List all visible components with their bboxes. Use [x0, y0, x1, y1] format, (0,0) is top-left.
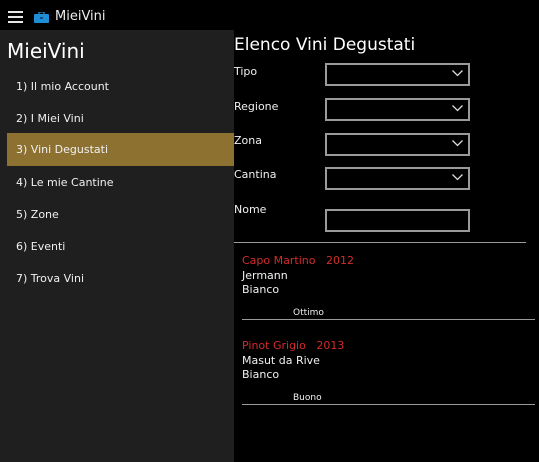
chevron-down-icon: [452, 140, 463, 147]
sidebar-title: MieiVini: [7, 39, 85, 63]
wine-producer: Jermann: [242, 269, 288, 282]
title-bar: MieiVini: [0, 0, 539, 32]
wine-producer: Masut da Rive: [242, 354, 320, 367]
page-title: Elenco Vini Degustati: [234, 35, 416, 55]
nome-input[interactable]: [325, 209, 470, 232]
sidebar-item-cantine[interactable]: 4) Le mie Cantine: [7, 166, 234, 199]
sidebar-item-zone[interactable]: 5) Zone: [7, 198, 234, 231]
sidebar-item-eventi[interactable]: 6) Eventi: [7, 230, 234, 263]
sidebar: MieiVini 1) Il mio Account 2) I Miei Vin…: [0, 30, 234, 462]
list-item[interactable]: Capo Martino 2012 Jermann Bianco Ottimo: [242, 254, 535, 334]
wine-type: Bianco: [242, 283, 280, 296]
zona-label: Zona: [234, 134, 262, 147]
chevron-down-icon: [452, 174, 463, 181]
app-title: MieiVini: [55, 9, 106, 24]
chevron-down-icon: [452, 105, 463, 112]
cantina-label: Cantina: [234, 168, 277, 181]
sidebar-item-vini-degustati[interactable]: 3) Vini Degustati: [7, 133, 234, 166]
wine-name: Capo Martino 2012: [242, 254, 354, 267]
wine-rating: Buono: [293, 393, 322, 403]
hamburger-menu-icon[interactable]: [8, 11, 23, 23]
tipo-select[interactable]: [325, 63, 470, 86]
cantina-select[interactable]: [325, 167, 470, 190]
wine-name: Pinot Grigio 2013: [242, 339, 345, 352]
divider: [242, 319, 535, 320]
sidebar-item-account[interactable]: 1) Il mio Account: [7, 70, 234, 103]
divider: [242, 404, 535, 405]
list-item[interactable]: Pinot Grigio 2013 Masut da Rive Bianco B…: [242, 339, 535, 419]
wine-rating: Ottimo: [293, 308, 324, 318]
sidebar-item-miei-vini[interactable]: 2) I Miei Vini: [7, 102, 234, 135]
app-briefcase-icon: [34, 12, 49, 23]
regione-label: Regione: [234, 100, 279, 113]
regione-select[interactable]: [325, 98, 470, 121]
chevron-down-icon: [452, 70, 463, 77]
tipo-label: Tipo: [234, 65, 258, 78]
sidebar-item-trova-vini[interactable]: 7) Trova Vini: [7, 262, 234, 295]
divider: [234, 242, 526, 243]
nome-label: Nome: [234, 203, 267, 216]
wine-type: Bianco: [242, 368, 280, 381]
zona-select[interactable]: [325, 133, 470, 156]
